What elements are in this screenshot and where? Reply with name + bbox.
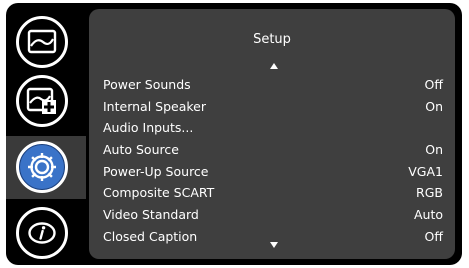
information-icon [27,221,57,245]
menu-item-label: Power-Up Source [103,163,209,179]
menu-item-internal-speaker[interactable]: Internal Speaker On [103,96,443,118]
setup-menu-list: Power Sounds Off Internal Speaker On Aud… [103,74,443,248]
menu-item-label: Power Sounds [103,77,191,92]
menu-item-audio-inputs[interactable]: Audio Inputs... [103,117,443,139]
menu-item-label: Closed Caption [103,228,198,244]
menu-item-label: Auto Source [103,142,179,158]
menu-item-power-sounds[interactable]: Power Sounds Off [103,74,443,96]
menu-item-value: VGA1 [408,163,443,179]
menu-item-value: On [425,142,443,158]
picture-menu-button[interactable] [16,16,68,68]
menu-item-video-standard[interactable]: Video Standard Auto [103,204,443,226]
menu-item-value: Auto [413,207,443,223]
information-menu-button[interactable] [16,207,68,259]
menu-item-label: Audio Inputs... [103,120,194,136]
picture-icon [27,28,57,56]
menu-item-label: Composite SCART [103,185,215,201]
menu-item-label: Internal Speaker [103,98,206,114]
menu-item-value: Off [424,228,443,244]
menu-item-value: RGB [416,185,443,201]
picture-settings-menu-button[interactable] [16,75,68,127]
menu-item-label: Video Standard [103,207,199,223]
setup-gear-icon [25,150,59,184]
setup-menu-button[interactable] [16,141,68,193]
panel-title: Setup [253,32,291,47]
scroll-down-arrow-icon[interactable] [270,242,278,248]
menu-item-value: Off [424,77,443,92]
on-screen-display: Setup Power Sounds Off Internal Speaker … [6,3,462,265]
setup-panel: Setup Power Sounds Off Internal Speaker … [89,9,455,259]
scroll-up-arrow-icon[interactable] [270,63,278,69]
picture-settings-icon [26,86,58,116]
menu-item-value: On [425,98,443,114]
menu-item-power-up-source[interactable]: Power-Up Source VGA1 [103,161,443,183]
menu-item-auto-source[interactable]: Auto Source On [103,139,443,161]
menu-rail [6,3,88,265]
menu-item-composite-scart[interactable]: Composite SCART RGB [103,182,443,204]
